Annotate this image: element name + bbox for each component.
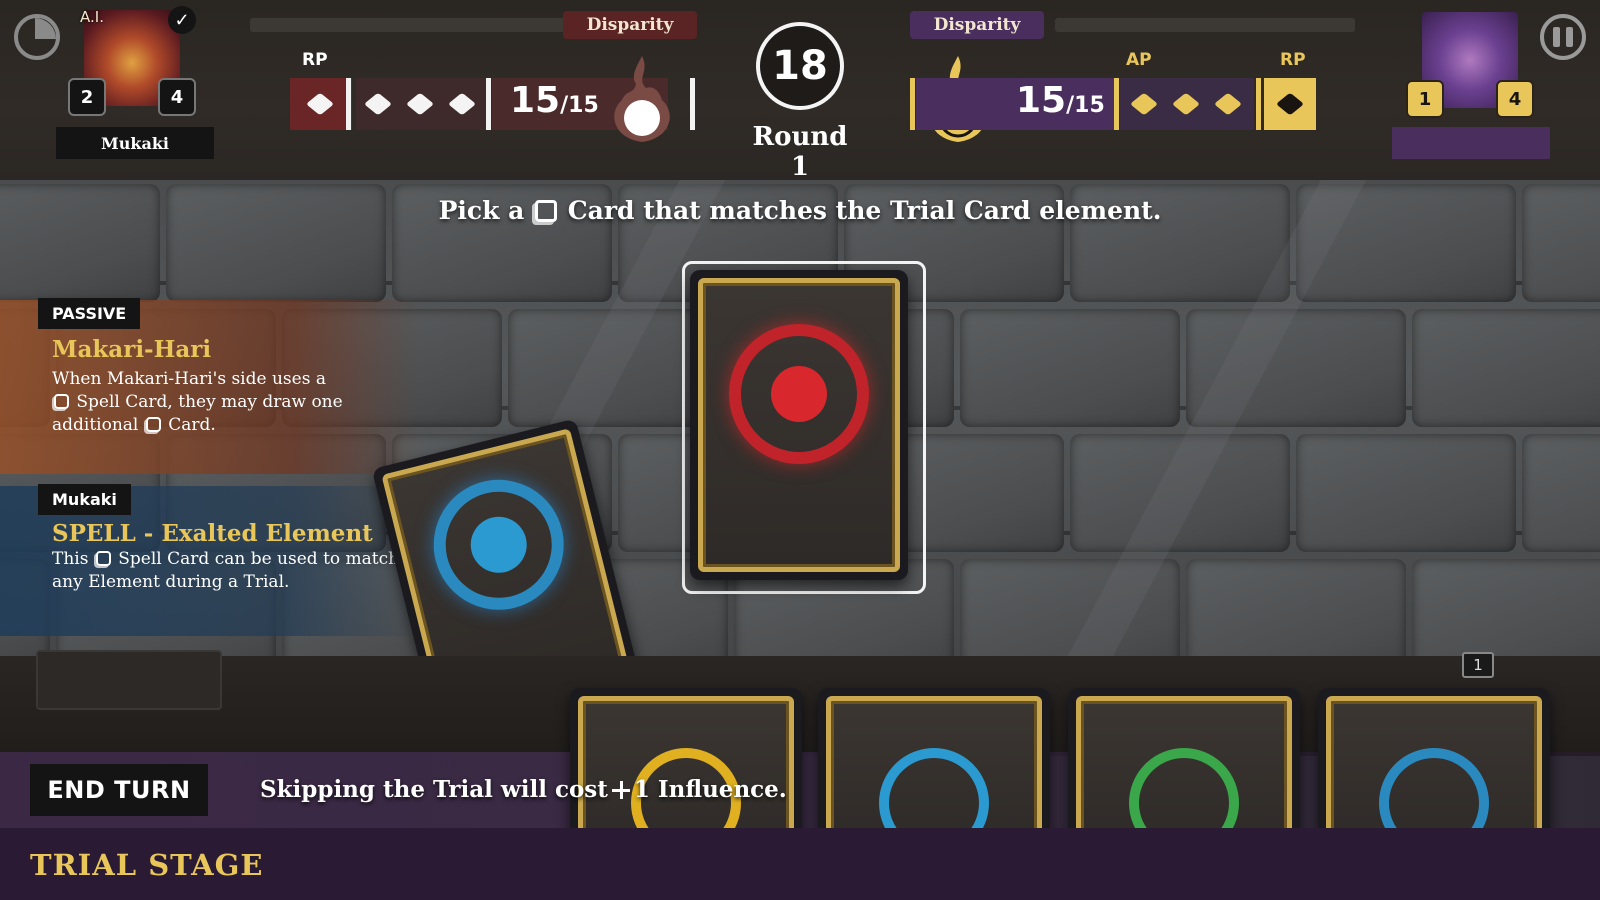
passive-description: When Makari-Hari's side uses a Spell Car…	[52, 369, 343, 435]
ap-diamond-icon	[368, 90, 388, 118]
checkmark-icon: ✓	[168, 6, 196, 34]
hand-card-yellow[interactable]	[570, 688, 802, 858]
divider	[690, 78, 695, 130]
spell-owner-tag: Mukaki	[38, 484, 131, 515]
pause-button[interactable]	[1540, 14, 1586, 60]
rp-label-right: RP	[1280, 50, 1306, 70]
rp-label-left: RP	[302, 50, 328, 70]
card-icon	[95, 551, 111, 566]
influence-icon	[611, 781, 630, 799]
divider	[346, 78, 351, 130]
passive-tag: PASSIVE	[38, 298, 141, 329]
disparity-slot	[460, 18, 580, 32]
ai-deck-count: 4	[158, 78, 196, 116]
passive-title: Makari-Hari	[52, 336, 212, 363]
player-deck-count: 4	[1496, 80, 1534, 118]
disparity-badge-right: Disparity	[910, 11, 1044, 39]
card-icon	[54, 394, 69, 409]
disparity-slot	[1055, 18, 1175, 32]
disparity-slot	[1160, 18, 1280, 32]
card-icon	[145, 417, 161, 432]
ap-diamond-icon	[1134, 90, 1154, 118]
divider	[1114, 78, 1119, 130]
ap-diamond-icon	[1176, 90, 1196, 118]
player-hand-count: 1	[1406, 80, 1444, 118]
deck-count-badge: 1	[1462, 652, 1494, 678]
skip-trial-text: Skipping the Trial will cost 1 Influence.	[260, 776, 787, 803]
rp-diamond-icon	[310, 90, 330, 118]
trial-card[interactable]	[690, 270, 908, 580]
ai-health-value: 15/15	[510, 80, 599, 121]
spell-description: This Spell Card can be used to match any…	[52, 549, 400, 592]
disparity-slot	[1265, 18, 1355, 32]
divider	[486, 78, 491, 130]
hand-card-blue[interactable]	[818, 688, 1050, 858]
fire-element-icon	[614, 56, 670, 142]
disparity-badge-left: Disparity	[563, 11, 697, 39]
turn-timer-icon	[14, 14, 60, 60]
hand-card-green[interactable]	[1068, 688, 1300, 858]
player-health-value: 15/15	[1016, 80, 1105, 121]
round-label: Round 1	[752, 122, 848, 182]
ai-tag: A.I.	[80, 8, 104, 26]
ap-diamond-icon	[410, 90, 430, 118]
stage-label: TRIAL STAGE	[30, 848, 264, 882]
ap-diamond-icon	[452, 90, 472, 118]
rp-diamond-icon	[1280, 90, 1300, 118]
ai-name-plate: Mukaki	[56, 127, 214, 159]
ap-diamond-icon	[1218, 90, 1238, 118]
ai-hand-count: 2	[68, 78, 106, 116]
spell-title: SPELL - Exalted Element	[52, 520, 373, 547]
card-icon	[535, 200, 558, 222]
divider	[910, 78, 915, 130]
hand-card-blue-2[interactable]	[1318, 688, 1550, 858]
ap-label-right: AP	[1126, 50, 1152, 70]
divider	[1256, 78, 1261, 130]
instruction-text: Pick a Card that matches the Trial Card …	[438, 196, 1162, 225]
turn-counter: 18	[756, 22, 844, 110]
player-name-plate	[1392, 127, 1550, 159]
disparity-slot	[250, 18, 370, 32]
fire-sigil-core	[771, 366, 827, 422]
disparity-slot	[355, 18, 475, 32]
end-turn-button[interactable]: END TURN	[30, 764, 208, 816]
empty-card-slot	[36, 650, 222, 710]
